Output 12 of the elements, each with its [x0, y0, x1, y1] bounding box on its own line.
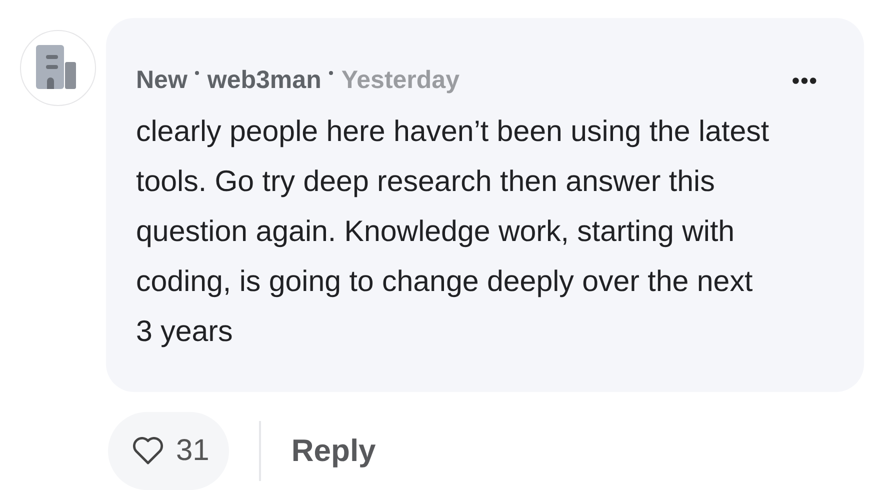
more-menu-button[interactable]: •••: [792, 68, 818, 94]
like-button[interactable]: 31: [108, 412, 230, 490]
separator-dot: [329, 70, 334, 74]
comment-text: clearly people here haven’t been using the latest tools. Go try deep research then answer this question again. Knowledge work, starting with coding, is going to change deeply over the next 3 years: [136, 114, 770, 350]
new-label: New: [136, 66, 188, 95]
timestamp: Yesterday: [341, 66, 460, 95]
reply-button[interactable]: Reply: [291, 433, 376, 469]
avatar[interactable]: [20, 30, 96, 106]
heart-icon: [132, 437, 164, 465]
separator-dot: [195, 70, 200, 74]
author-name[interactable]: web3man: [207, 66, 322, 95]
like-count: 31: [176, 434, 210, 468]
